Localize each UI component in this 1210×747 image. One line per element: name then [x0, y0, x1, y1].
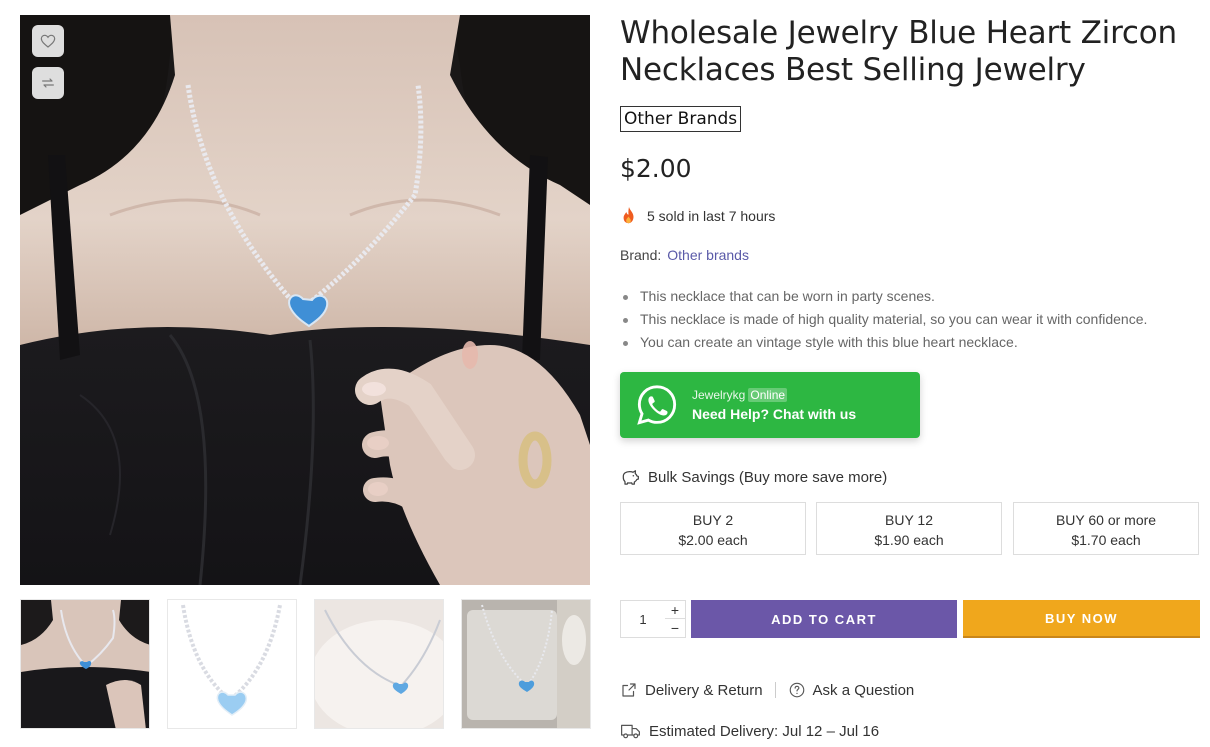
whatsapp-agent-name: Jewelrykg: [692, 388, 746, 402]
thumbnail-4[interactable]: [461, 599, 591, 729]
compare-arrows-icon: [42, 78, 54, 88]
brand-tag[interactable]: Other Brands: [620, 106, 742, 132]
brand-link[interactable]: Other brands: [667, 247, 749, 263]
bulk-option-price: $1.70 each: [1071, 532, 1141, 548]
question-circle-icon: [789, 682, 804, 698]
bulk-options: BUY 2 $2.00 each BUY 12 $1.90 each BUY 6…: [620, 502, 1200, 555]
truck-icon: [621, 724, 640, 739]
quantity-plus-button[interactable]: +: [665, 601, 685, 619]
thumbnail-3[interactable]: [314, 599, 444, 729]
bulk-option-qty: BUY 12: [885, 512, 933, 528]
quantity-stepper: + −: [620, 600, 686, 638]
thumbnail-necklace-stand-image: [462, 600, 590, 728]
bulk-option-buy-2[interactable]: BUY 2 $2.00 each: [620, 502, 806, 555]
bulk-option-qty: BUY 2: [692, 512, 734, 528]
whatsapp-help-text: Need Help? Chat with us: [692, 406, 857, 422]
product-highlights: This necklace that can be worn in party …: [620, 285, 1200, 354]
thumbnail-strip: [20, 599, 600, 729]
highlight-item: You can create an vintage style with thi…: [620, 331, 1200, 354]
delivery-return-label: Delivery & Return: [645, 681, 763, 699]
thumbnail-necklace-white-image: [168, 600, 296, 728]
main-product-image[interactable]: [20, 15, 590, 585]
bulk-savings-label: Bulk Savings (Buy more save more): [648, 468, 888, 486]
buy-now-button[interactable]: BUY NOW: [963, 600, 1200, 638]
delivery-return-link[interactable]: Delivery & Return: [620, 681, 763, 699]
estimated-delivery-text: Estimated Delivery: Jul 12 – Jul 16: [649, 722, 880, 740]
ask-question-link[interactable]: Ask a Question: [788, 681, 915, 699]
bulk-option-buy-12[interactable]: BUY 12 $1.90 each: [816, 502, 1002, 555]
product-price: $2.00: [620, 154, 692, 183]
ask-question-label: Ask a Question: [812, 681, 915, 699]
online-badge: Online: [748, 388, 788, 402]
sold-counter: 5 sold in last 7 hours: [620, 206, 775, 226]
heart-icon: [40, 34, 56, 48]
product-title: Wholesale Jewelry Blue Heart Zircon Neck…: [620, 15, 1177, 88]
thumbnail-model-image: [21, 600, 149, 728]
fire-icon: [623, 207, 634, 224]
thumbnail-necklace-dish-image: [315, 600, 443, 728]
thumbnail-1[interactable]: [20, 599, 150, 729]
add-to-cart-button[interactable]: ADD TO CART: [691, 600, 957, 638]
link-divider: [774, 682, 776, 698]
estimated-delivery: Estimated Delivery: Jul 12 – Jul 16: [620, 722, 879, 740]
whatsapp-chat-button[interactable]: Jewelrykg Online Need Help? Chat with us: [620, 372, 920, 438]
bulk-option-qty: BUY 60 or more: [1055, 512, 1157, 528]
bulk-savings-title: Bulk Savings (Buy more save more): [620, 467, 887, 487]
brand-line: Brand: Other brands: [620, 247, 749, 263]
share-box-icon: [622, 683, 636, 697]
bulk-option-price: $1.90 each: [874, 532, 944, 548]
thumbnail-2[interactable]: [167, 599, 297, 729]
necklace-photo: [20, 15, 590, 585]
bulk-option-price: $2.00 each: [678, 532, 748, 548]
highlight-item: This necklace that can be worn in party …: [620, 285, 1200, 308]
quantity-input[interactable]: [621, 601, 665, 637]
quantity-minus-button[interactable]: −: [665, 619, 685, 637]
wishlist-button[interactable]: [32, 25, 64, 57]
highlight-item: This necklace is made of high quality ma…: [620, 308, 1200, 331]
compare-button[interactable]: [32, 67, 64, 99]
product-info: Wholesale Jewelry Blue Heart Zircon Neck…: [620, 15, 1200, 740]
whatsapp-icon: [637, 385, 677, 425]
bulk-option-buy-60[interactable]: BUY 60 or more $1.70 each: [1013, 502, 1199, 555]
sold-text: 5 sold in last 7 hours: [647, 208, 776, 224]
brand-label: Brand:: [620, 247, 662, 263]
piggy-bank-icon: [622, 470, 639, 485]
product-links: Delivery & Return Ask a Question: [620, 681, 914, 699]
